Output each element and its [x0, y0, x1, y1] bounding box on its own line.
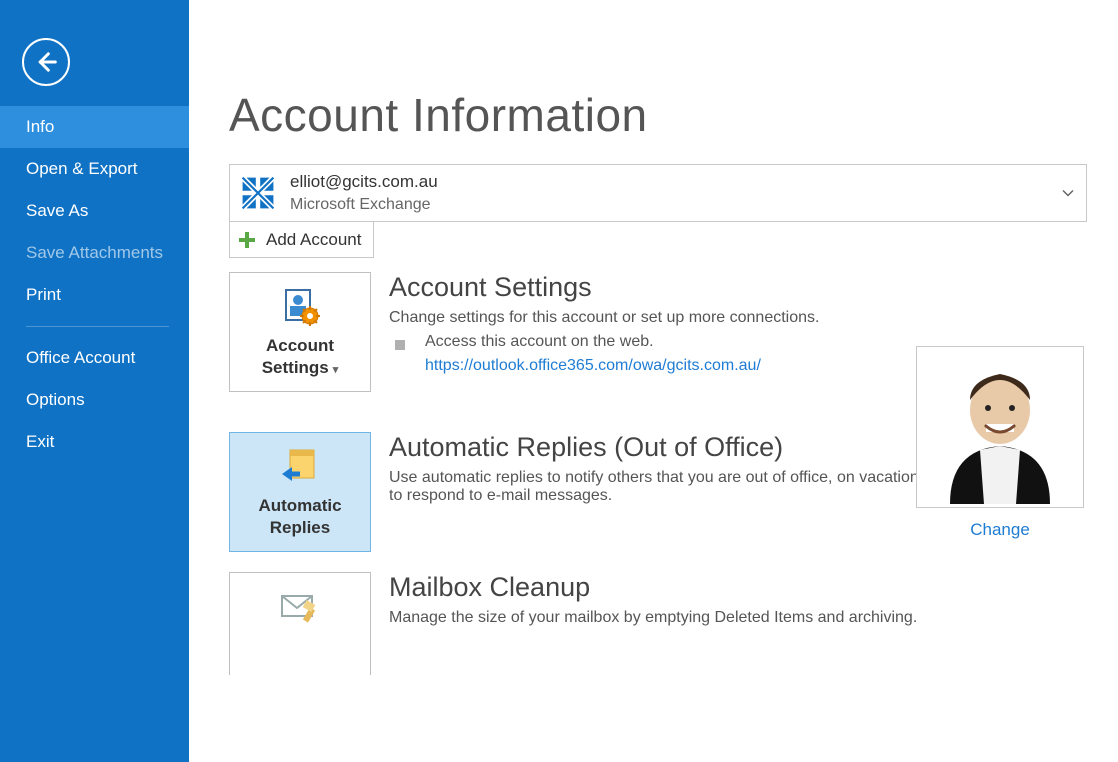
change-photo-link[interactable]: Change [970, 520, 1030, 540]
sidebar-item-label: Options [26, 390, 85, 409]
chevron-down-icon [1062, 185, 1074, 202]
account-email: elliot@gcits.com.au [290, 171, 438, 194]
account-type: Microsoft Exchange [290, 194, 438, 216]
sidebar-item-print[interactable]: Print [0, 274, 189, 316]
account-selector[interactable]: elliot@gcits.com.au Microsoft Exchange [229, 164, 1087, 222]
sidebar-item-label: Exit [26, 432, 54, 451]
mailbox-cleanup-button[interactable] [229, 572, 371, 675]
section-desc: Change settings for this account or set … [389, 309, 1049, 327]
back-button[interactable] [22, 38, 70, 86]
account-text: elliot@gcits.com.au Microsoft Exchange [290, 171, 438, 216]
exchange-icon [236, 171, 280, 215]
sidebar-item-info[interactable]: Info [0, 106, 189, 148]
section-title: Account Settings [389, 272, 1118, 303]
sidebar-separator [26, 326, 169, 327]
owa-link[interactable]: https://outlook.office365.com/owa/gcits.… [425, 357, 761, 375]
sidebar-item-exit[interactable]: Exit [0, 421, 189, 463]
add-account-button[interactable]: Add Account [229, 222, 374, 258]
profile-photo-box: Change [916, 346, 1084, 540]
account-settings-button-label: Account Settings▾ [236, 335, 364, 379]
mailbox-cleanup-icon [270, 583, 330, 629]
chevron-down-icon: ▾ [333, 364, 339, 376]
sidebar-item-open-export[interactable]: Open & Export [0, 148, 189, 190]
main-content: Account Information elliot@gcits.com.au … [189, 0, 1118, 762]
section-desc: Manage the size of your mailbox by empty… [389, 609, 1049, 627]
automatic-replies-button[interactable]: Automatic Replies [229, 432, 371, 552]
section-mailbox-cleanup: Mailbox Cleanup Manage the size of your … [229, 572, 1118, 675]
sidebar-item-label: Save Attachments [26, 243, 163, 262]
account-settings-button[interactable]: Account Settings▾ [229, 272, 371, 392]
automatic-replies-icon [270, 443, 330, 489]
profile-photo [916, 346, 1084, 508]
arrow-left-icon [32, 48, 60, 76]
sidebar-item-label: Print [26, 285, 61, 304]
page-title: Account Information [229, 88, 1118, 142]
account-settings-icon [270, 283, 330, 329]
sidebar-item-save-as[interactable]: Save As [0, 190, 189, 232]
bullet-icon [395, 340, 405, 350]
sidebar-item-label: Open & Export [26, 159, 138, 178]
section-title: Mailbox Cleanup [389, 572, 1118, 603]
sidebar-item-label: Save As [26, 201, 88, 220]
plus-icon [236, 229, 258, 251]
bullet-text: Access this account on the web. [425, 333, 654, 351]
sidebar-item-options[interactable]: Options [0, 379, 189, 421]
sidebar-item-label: Info [26, 117, 54, 136]
sidebar-item-save-attachments: Save Attachments [0, 232, 189, 274]
sidebar-item-label: Office Account [26, 348, 135, 367]
automatic-replies-button-label: Automatic Replies [236, 495, 364, 539]
sidebar-item-office-account[interactable]: Office Account [0, 337, 189, 379]
backstage-sidebar: Info Open & Export Save As Save Attachme… [0, 0, 189, 762]
add-account-label: Add Account [266, 230, 361, 250]
